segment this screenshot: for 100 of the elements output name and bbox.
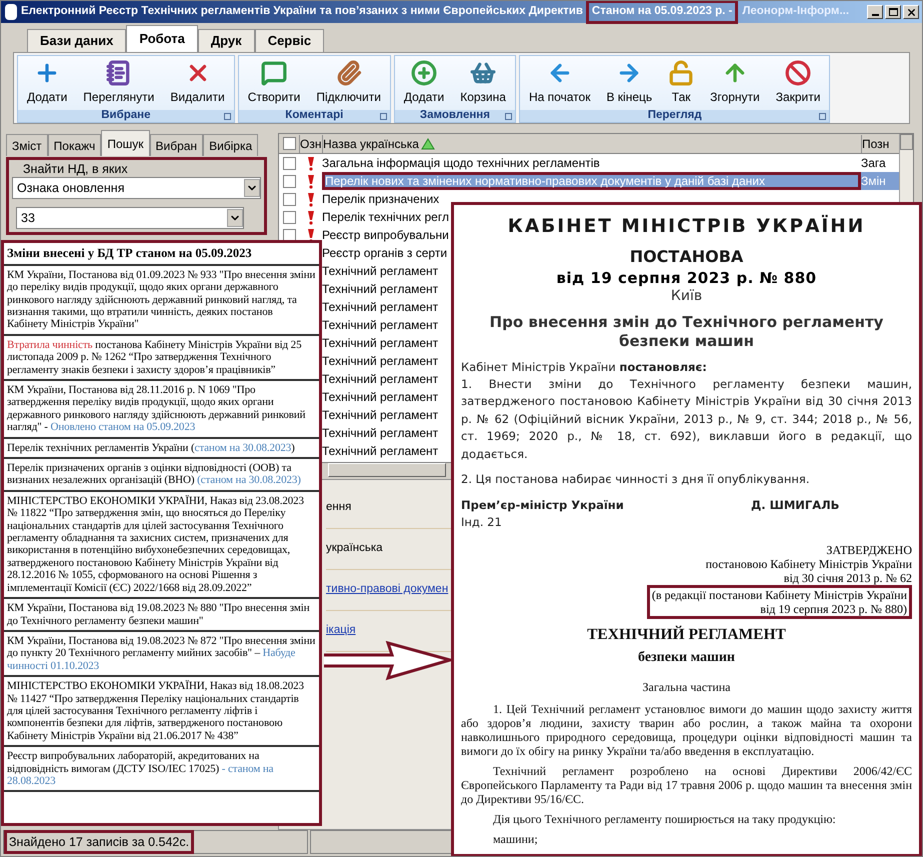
dialog-launcher-icon[interactable] — [224, 113, 231, 120]
row-title[interactable]: Технічний регламент — [322, 388, 438, 406]
panel-tab[interactable]: Покажч — [48, 134, 102, 156]
approval-line: від 30 січня 2013 р. № 62 — [784, 571, 912, 586]
row-title[interactable]: Технічний регламент — [322, 424, 438, 442]
row-title[interactable]: Технічний регламент — [322, 406, 438, 424]
column-header[interactable]: Назва українська — [322, 134, 861, 152]
group-title: Вибране — [101, 110, 150, 122]
exclamation-icon — [306, 210, 314, 224]
ribbon-button[interactable]: Корзина — [455, 56, 511, 110]
approval-line: постановою Кабінету Міністрів України — [706, 557, 912, 572]
window-publisher: Леонорм-Інформ... — [742, 4, 850, 20]
stop-icon — [785, 60, 812, 86]
criteria-dropdown[interactable]: Ознака оновлення — [12, 177, 261, 199]
ribbon-button[interactable]: Так — [663, 56, 700, 110]
panel-tab[interactable]: Вибран — [150, 134, 204, 156]
maximize-icon — [888, 8, 898, 16]
status-text: Знайдено 17 записів за 0.542с. — [4, 830, 194, 854]
dialog-launcher-icon[interactable] — [504, 113, 512, 120]
signer-name: Д. ШМИГАЛЬ — [751, 496, 840, 514]
ribbon-button[interactable]: Підключити — [311, 56, 386, 110]
row-title[interactable]: Реєстр органів з серти — [322, 244, 448, 262]
regulation-paragraph: Технічний регламент розроблено на основі Директиви 2006/42/ЄС Європейського Парламенту та Ради від 17 травня 2006 р. щодо машин та внесення змін до Директиви 95/16/ЄС. — [461, 764, 912, 806]
row-title[interactable]: Технічний регламент — [322, 262, 438, 280]
row-title[interactable]: Технічний регламент — [322, 316, 438, 334]
document-city: Київ — [670, 288, 704, 305]
dialog-launcher-icon[interactable] — [819, 113, 826, 120]
change-entry: Перелік призначених органів з оцінки відповідності (ООВ) та визнаних незалежних організацій (ВНО) (станом на 30.08.2023) — [7, 462, 302, 487]
minimize-icon — [872, 14, 878, 16]
group-title: Замовлення — [420, 110, 490, 122]
maximize-button[interactable] — [885, 5, 901, 19]
document-paragraph: 2. Ця постанова набирає чинності з дня її опублікування. — [461, 471, 810, 488]
row-title[interactable]: Технічний регламент — [322, 442, 438, 460]
panel-tab[interactable]: Зміст — [6, 134, 48, 156]
panel-tab[interactable]: Вибірка — [203, 134, 258, 156]
row-checkbox[interactable] — [282, 228, 296, 242]
speech-bubble-icon — [261, 60, 288, 86]
row-checkbox[interactable] — [282, 156, 296, 170]
window-status: Станом на 05.09.2023 р. - — [586, 1, 738, 24]
document-preamble: Кабінет Міністрів України постановляє: — [461, 358, 708, 376]
panel-tab[interactable]: Пошук — [101, 130, 150, 156]
ribbon-button[interactable]: Видалити — [165, 56, 230, 110]
regulation-subtitle: безпеки машин — [637, 648, 736, 666]
row-checkbox[interactable] — [282, 192, 296, 206]
search-label: Знайти НД, в яких — [22, 161, 129, 177]
row-title[interactable]: Технічний регламент — [322, 352, 438, 370]
plus-circle-icon — [411, 60, 438, 86]
ribbon-button[interactable]: На початок — [524, 56, 596, 110]
row-checkbox[interactable] — [282, 174, 296, 188]
select-all-checkbox[interactable] — [282, 137, 296, 150]
document-index: Інд. 21 — [461, 514, 503, 531]
row-title[interactable]: Технічний регламент — [322, 280, 438, 298]
document-paragraph: 1. Внести зміни до Технічного регламенту безпеки машин, затвердженого постановою Кабінету Міністрів України від 30 січня 2013 р. № 62 (Офіційний вісник України, 2013 р., № 9, ст. 344; 2018 р., № 56, ст. 1969; 2020 р., № 18, ст. 692), виклавши його в редакції, що додається. — [461, 376, 912, 463]
scrollbar-thumb[interactable] — [328, 463, 446, 477]
details-link[interactable]: ікація — [326, 622, 356, 640]
details-link[interactable]: тивно-правові докумен — [326, 581, 448, 599]
exclamation-icon — [306, 156, 314, 170]
menu-tab[interactable]: Сервіс — [254, 29, 324, 52]
menu-tab[interactable]: Друк — [198, 29, 255, 52]
row-title[interactable]: Технічний регламент — [322, 370, 438, 388]
change-entry: КМ України, Постанова від 01.09.2023 № 933 "Про внесення зміни до переліку видів продукції, щодо яких органи державного ринкового нагляду здійснюють державний ринковий нагляд, та визнання такими, що втратили чинність, деяких постанов Кабінету Міністрів України" — [7, 268, 316, 331]
change-entry: Перелік технічних регламентів України (станом на 30.08.2023) — [7, 442, 296, 454]
row-title[interactable]: Технічний регламент — [322, 298, 438, 316]
group-title: Перегляд — [648, 110, 702, 122]
exclamation-icon — [306, 192, 314, 206]
document-type: ПОСТАНОВА — [628, 246, 744, 268]
change-entry: МІНІСТЕРСТВО ЕКОНОМІКИ УКРАЇНИ, Наказ від 23.08.2023 № 11822 “Про затвердження змін, що вносяться до Переліку національних стандартів для цілей застосування Технічного регламенту обладнання та захисних систем, призначених для використання в потенційно вибухонебезпечних середовищах, затвердженого постановою Кабінету Міністрів України від 28.12.2016 № 1055, сформованого на основі Рішення з імплементації Комісії (ЄС) 2022/1668 від 28.09.2022” — [7, 494, 305, 594]
change-entry: КМ України, Постанова від 19.08.2023 № 872 "Про внесення зміни до пункту 20 Технічного регламенту мийних засобів" – Набуде чинності 01.10.2023 — [7, 634, 316, 672]
exclamation-icon — [306, 174, 314, 188]
menu-tab[interactable]: Бази даних — [27, 29, 126, 52]
change-entry: КМ України, Постанова від 28.11.2016 р. N 1069 "Про затвердження переліку видів продукції, щодо яких органи державного ринкового нагляду здійснюють державний ринковий нагляд" - Оновлено станом на 05.09.2023 — [7, 384, 306, 434]
minimize-button[interactable] — [867, 5, 883, 19]
row-checkbox[interactable] — [282, 210, 296, 224]
row-title[interactable]: Реєстр випробувальни — [322, 226, 449, 244]
row-title[interactable]: Перелік технічних регл — [322, 208, 449, 226]
group-title: Коментарі — [285, 110, 344, 122]
document-date: від 19 серпня 2023 р. № 880 — [555, 268, 818, 288]
ribbon-button[interactable]: Додати — [22, 56, 72, 110]
close-button[interactable] — [903, 5, 919, 19]
regulation-paragraph: Дія цього Технічного регламенту поширюється на таку продукцію: — [492, 812, 837, 826]
value-dropdown[interactable]: 33 — [16, 207, 244, 229]
ribbon-button[interactable]: Додати — [398, 56, 450, 110]
details-text: українська — [326, 541, 383, 556]
menu-tab[interactable]: Робота — [126, 25, 198, 52]
scroll-up-button[interactable] — [900, 134, 913, 150]
row-title[interactable]: Технічний регламент — [322, 334, 438, 352]
row-code: Змін — [861, 173, 886, 190]
ribbon-button[interactable]: Згорнути — [705, 56, 765, 110]
basket-icon — [470, 60, 496, 86]
column-header[interactable]: Озн — [299, 134, 322, 152]
row-code: Зага — [861, 155, 886, 172]
row-title[interactable]: Перелік призначених — [322, 190, 440, 208]
ribbon-button[interactable]: Переглянути — [78, 56, 160, 110]
ribbon-button[interactable]: Створити — [242, 56, 306, 110]
revision-note: (в редакції постанови Кабінету Міністрів України від 19 серпня 2023 р. № 880) — [646, 585, 912, 620]
regulation-title: ТЕХНІЧНИЙ РЕГЛАМЕНТ — [586, 624, 787, 646]
row-title[interactable]: Загальна інформація щодо технічних регламентів — [322, 154, 600, 172]
ribbon-button[interactable]: Закрити — [770, 56, 826, 110]
dialog-launcher-icon[interactable] — [380, 113, 387, 120]
ribbon-button[interactable]: В кінець — [601, 56, 658, 110]
